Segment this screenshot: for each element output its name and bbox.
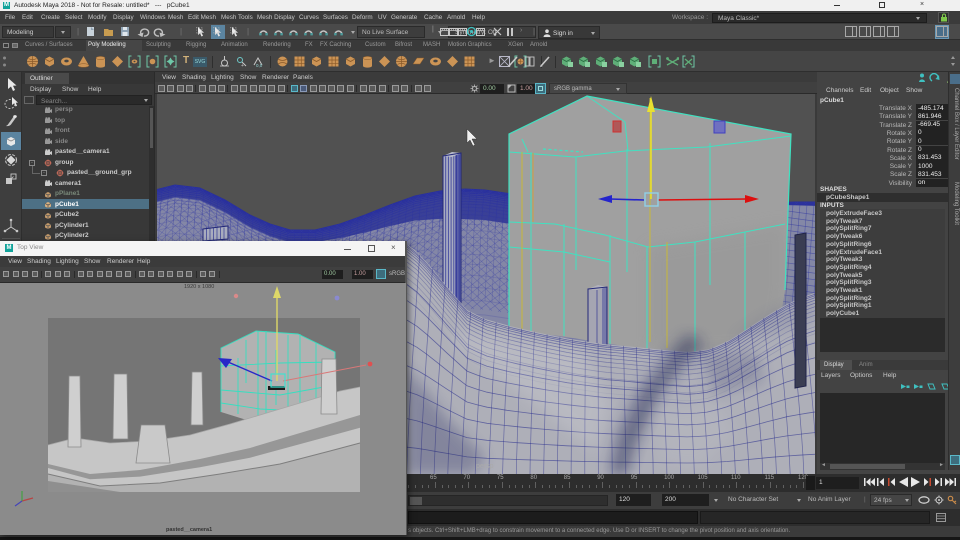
svg-text:+: + — [241, 63, 244, 68]
svg-text:1920 x 1080: 1920 x 1080 — [184, 284, 214, 290]
svg-text:persp: persp — [476, 463, 494, 470]
svg-text:pasted__camera1: pasted__camera1 — [166, 527, 212, 533]
svg-text:0,0: 0,0 — [256, 63, 263, 68]
